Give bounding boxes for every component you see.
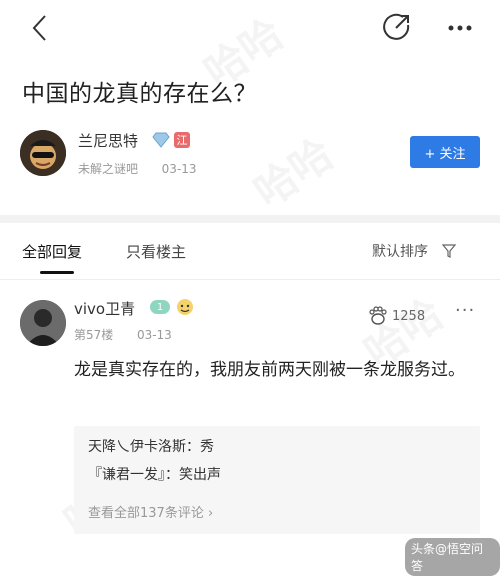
- reply-author-text: vivo卫青: [74, 300, 136, 318]
- tabs-divider: [0, 279, 500, 280]
- reply-tabs: 全部回复 只看楼主 默认排序: [0, 223, 500, 279]
- reply-meta: 第57楼 03-13: [74, 326, 172, 343]
- reply-text: 龙是真实存在的，我朋友前两天刚被一条龙服务过。: [74, 360, 465, 380]
- section-separator: [0, 215, 500, 223]
- author-source[interactable]: 未解之谜吧: [78, 162, 138, 176]
- back-button[interactable]: [22, 10, 58, 46]
- reply-item: vivo卫青 1 第57楼 03-13 1258 ··· 龙是真实存在的，我朋友…: [0, 290, 500, 562]
- sub-comment-author[interactable]: 『谦君一发』: [88, 467, 165, 483]
- share-icon: [383, 13, 410, 40]
- question-title: 中国的龙真的存在么？: [22, 81, 257, 107]
- reply-floor: 第57楼: [74, 328, 114, 342]
- reply-author-name[interactable]: vivo卫青: [74, 298, 135, 319]
- view-all-text: 查看全部137条评论: [88, 506, 204, 521]
- emoji-badge-icon: [177, 299, 193, 315]
- share-button[interactable]: [378, 10, 414, 46]
- author-row: 兰尼思特 江 未解之谜吧 03-13 + 关注: [20, 128, 480, 188]
- chevron-left-icon: [32, 15, 46, 41]
- reply-more-button[interactable]: ···: [455, 300, 475, 321]
- reply-date: 03-13: [136, 328, 172, 342]
- more-button[interactable]: [440, 10, 480, 46]
- author-avatar[interactable]: [20, 130, 66, 176]
- sort-dropdown[interactable]: 默认排序: [372, 241, 457, 261]
- sort-label: 默认排序: [372, 244, 428, 260]
- author-badge: 江: [174, 132, 190, 148]
- tab-active-indicator: [40, 271, 74, 274]
- top-bar: [0, 0, 500, 58]
- like-button[interactable]: 1258: [368, 306, 425, 326]
- tab-all-replies[interactable]: 全部回复: [22, 241, 82, 262]
- author-meta: 未解之谜吧 03-13: [78, 160, 197, 177]
- sub-comments[interactable]: 天降乀伊卡洛斯：秀 『谦君一发』：笑出声 查看全部137条评论 ›: [74, 426, 480, 534]
- filter-icon: [442, 244, 457, 258]
- sub-comment-author[interactable]: 天降乀伊卡洛斯: [88, 439, 186, 455]
- sub-comment: 天降乀伊卡洛斯：秀: [88, 439, 214, 455]
- author-date: 03-13: [161, 162, 197, 176]
- like-paw-icon: [369, 306, 387, 325]
- author-name[interactable]: 兰尼思特: [78, 130, 138, 151]
- level-badge: 1: [150, 300, 170, 314]
- more-dots-icon: [448, 25, 472, 31]
- reply-avatar[interactable]: [20, 300, 66, 346]
- sub-comment-content: 秀: [200, 439, 214, 455]
- tab-op-only[interactable]: 只看楼主: [126, 241, 186, 262]
- watermark-logo: 头条@悟空问答: [405, 538, 500, 576]
- sub-comment-content: 笑出声: [179, 467, 221, 483]
- follow-button[interactable]: + 关注: [410, 136, 480, 168]
- diamond-icon: [152, 132, 170, 148]
- sub-comment: 『谦君一发』：笑出声: [88, 467, 221, 483]
- like-count: 1258: [392, 308, 426, 324]
- view-all-comments-link[interactable]: 查看全部137条评论 ›: [88, 502, 213, 521]
